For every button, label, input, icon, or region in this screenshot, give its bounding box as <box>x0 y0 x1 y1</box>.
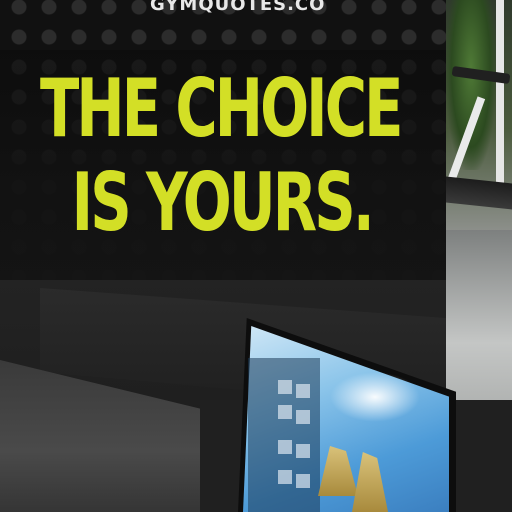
plant <box>446 0 496 170</box>
start-tile <box>278 380 292 394</box>
start-tile <box>296 474 310 488</box>
start-tile <box>278 440 292 454</box>
start-tile <box>278 470 292 484</box>
start-tile <box>296 444 310 458</box>
start-tile <box>296 384 310 398</box>
start-tile <box>296 410 310 424</box>
poster-headline: THE CHOICE IS YOURS. <box>40 62 403 250</box>
watermark: GYMQUOTES.CO <box>150 0 326 15</box>
headline-line-2: IS YOURS. <box>71 156 375 249</box>
treadmill-post <box>496 0 504 190</box>
start-tile <box>278 405 292 419</box>
headline-line-1: THE CHOICE <box>40 62 403 155</box>
wallpaper-cloud <box>330 372 420 422</box>
